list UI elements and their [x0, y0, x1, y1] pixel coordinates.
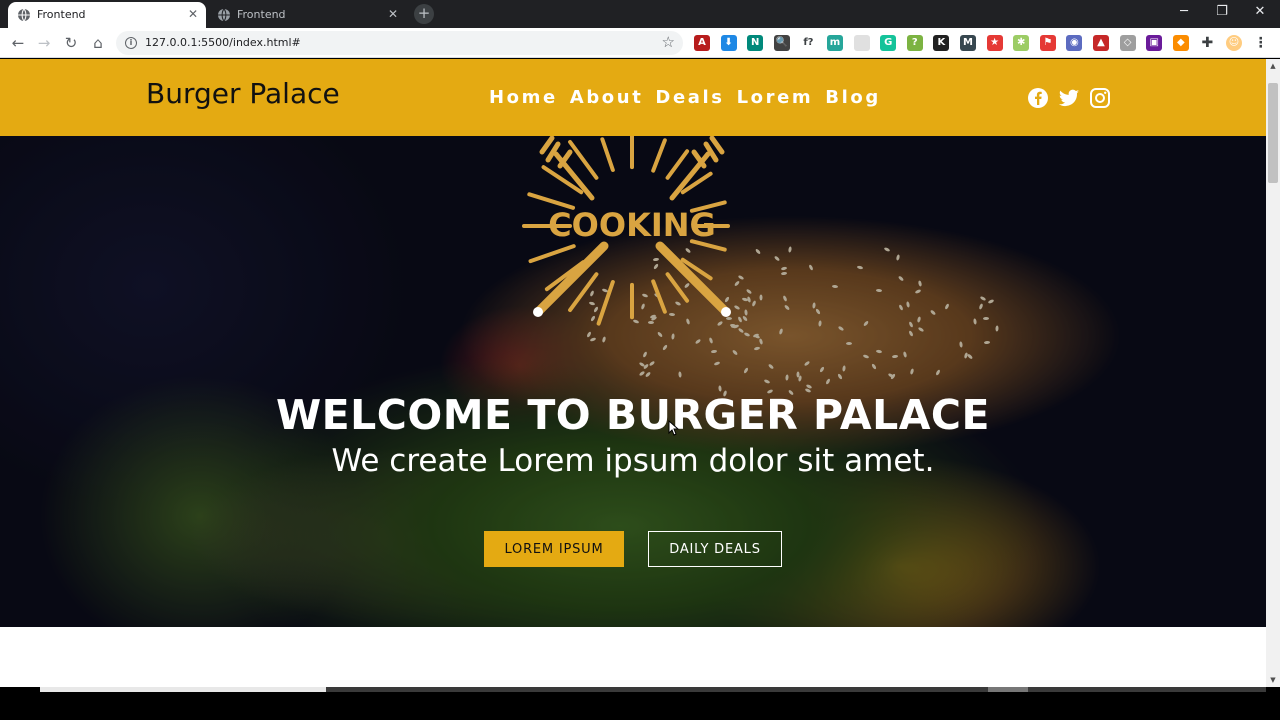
hero-section: COOKING WELCOME TO BURGER PALACE We crea… [0, 136, 1266, 627]
logo-ray [596, 280, 615, 326]
nav-link-blog[interactable]: Blog [825, 87, 881, 108]
tag-extension-icon[interactable]: ◇ [1119, 35, 1136, 51]
browser-toolbar: ← → ↻ ⌂ i 127.0.0.1:5500/index.html# ☆ A… [0, 28, 1280, 58]
nav-link-home[interactable]: Home [489, 87, 558, 108]
help-extension-icon[interactable]: ? [906, 35, 923, 51]
bookmark-star-icon[interactable]: ☆ [662, 33, 675, 51]
taskbar-segment [988, 687, 1028, 692]
logo-ray [665, 272, 690, 303]
scrollbar-thumb[interactable] [1268, 83, 1278, 183]
logo-ray [528, 244, 576, 264]
twitter-icon[interactable] [1058, 87, 1080, 109]
lorem-ipsum-button[interactable]: LOREM IPSUM [484, 531, 624, 567]
logo-ray [651, 279, 667, 314]
grammarly-extension-icon[interactable]: G [880, 35, 897, 51]
address-bar[interactable]: i 127.0.0.1:5500/index.html# ☆ [116, 31, 683, 55]
flag-extension-icon[interactable]: ⚑ [1039, 35, 1056, 51]
tab-title: Frontend [37, 8, 86, 21]
page-scrollbar[interactable]: ▲ ▼ [1266, 59, 1280, 687]
scroll-up-arrow-icon[interactable]: ▲ [1266, 59, 1280, 73]
scroll-down-arrow-icon[interactable]: ▼ [1266, 673, 1280, 687]
chart-extension-icon[interactable]: ▲ [1093, 35, 1109, 51]
blank-extension-icon[interactable] [853, 35, 870, 51]
m-extension-icon[interactable]: m [827, 35, 843, 51]
daily-deals-button[interactable]: DAILY DEALS [648, 531, 782, 567]
close-window-button[interactable]: ✕ [1241, 0, 1279, 26]
taskbar-segment [40, 687, 326, 692]
camera-extension-icon[interactable]: ◉ [1066, 35, 1083, 51]
url-text[interactable]: 127.0.0.1:5500/index.html# [145, 36, 301, 49]
logo-ray [600, 137, 615, 172]
new-tab-button[interactable]: + [414, 4, 434, 24]
profile-avatar-icon[interactable]: ☺ [1226, 35, 1242, 51]
page-viewport: Burger Palace Home About Deals Lorem Blo… [0, 59, 1266, 687]
nav-link-deals[interactable]: Deals [655, 87, 724, 108]
browser-tab-strip: Frontend ✕ Frontend ✕ + ─ ❐ ✕ [0, 0, 1280, 28]
menu-kebab-icon[interactable]: ⋮ [1253, 35, 1269, 51]
pdf-extension-icon[interactable]: A [694, 35, 710, 51]
taskbar-strip [0, 687, 1280, 720]
forward-button[interactable]: → [34, 33, 54, 53]
tab-close-icon[interactable]: ✕ [188, 7, 198, 21]
hero-title: WELCOME TO BURGER PALACE [275, 391, 991, 439]
tab-frontend-inactive[interactable]: Frontend ✕ [208, 2, 406, 28]
nav-link-about[interactable]: About [570, 87, 644, 108]
maximize-button[interactable]: ❐ [1203, 0, 1241, 26]
download-extension-icon[interactable]: ⬇ [720, 35, 737, 51]
search-extension-icon[interactable]: 🔍 [773, 35, 790, 51]
tab-frontend-active[interactable]: Frontend ✕ [8, 2, 206, 28]
instagram-icon[interactable] [1089, 87, 1111, 109]
main-nav: Home About Deals Lorem Blog [489, 87, 881, 108]
logo-ray [651, 138, 667, 173]
minimize-button[interactable]: ─ [1165, 0, 1203, 26]
orange-extension-icon[interactable]: ◆ [1172, 35, 1189, 51]
star-extension-icon[interactable]: ★ [986, 35, 1003, 51]
taskbar-segment [326, 687, 1266, 692]
nav-link-lorem[interactable]: Lorem [737, 87, 814, 108]
mail-extension-icon[interactable]: M [960, 35, 976, 51]
back-button[interactable]: ← [8, 33, 28, 53]
brand-logo-text[interactable]: Burger Palace [146, 77, 340, 110]
tab-close-icon[interactable]: ✕ [388, 7, 398, 21]
box-extension-icon[interactable]: ▣ [1146, 35, 1163, 51]
logo-ray [665, 149, 690, 180]
reload-button[interactable]: ↻ [61, 33, 81, 53]
extensions-puzzle-icon[interactable]: ✚ [1199, 35, 1215, 51]
site-info-icon[interactable]: i [125, 37, 137, 49]
facebook-icon[interactable] [1027, 87, 1049, 109]
n-extension-icon[interactable]: N [747, 35, 764, 51]
globe-icon [18, 8, 30, 22]
puzzle-green-extension-icon[interactable]: ✱ [1013, 35, 1030, 51]
site-header: Burger Palace Home About Deals Lorem Blo… [0, 59, 1266, 136]
cooking-logo-text: COOKING [548, 206, 716, 244]
home-button[interactable]: ⌂ [88, 33, 108, 53]
k-extension-icon[interactable]: K [933, 35, 950, 51]
hero-subtitle: We create Lorem ipsum dolor sit amet. [331, 443, 935, 479]
formula-extension-icon[interactable]: f? [800, 35, 817, 51]
globe-icon [218, 8, 230, 22]
cooking-logo: COOKING [522, 136, 731, 326]
tab-title: Frontend [237, 8, 286, 21]
mouse-cursor-icon [668, 420, 680, 436]
